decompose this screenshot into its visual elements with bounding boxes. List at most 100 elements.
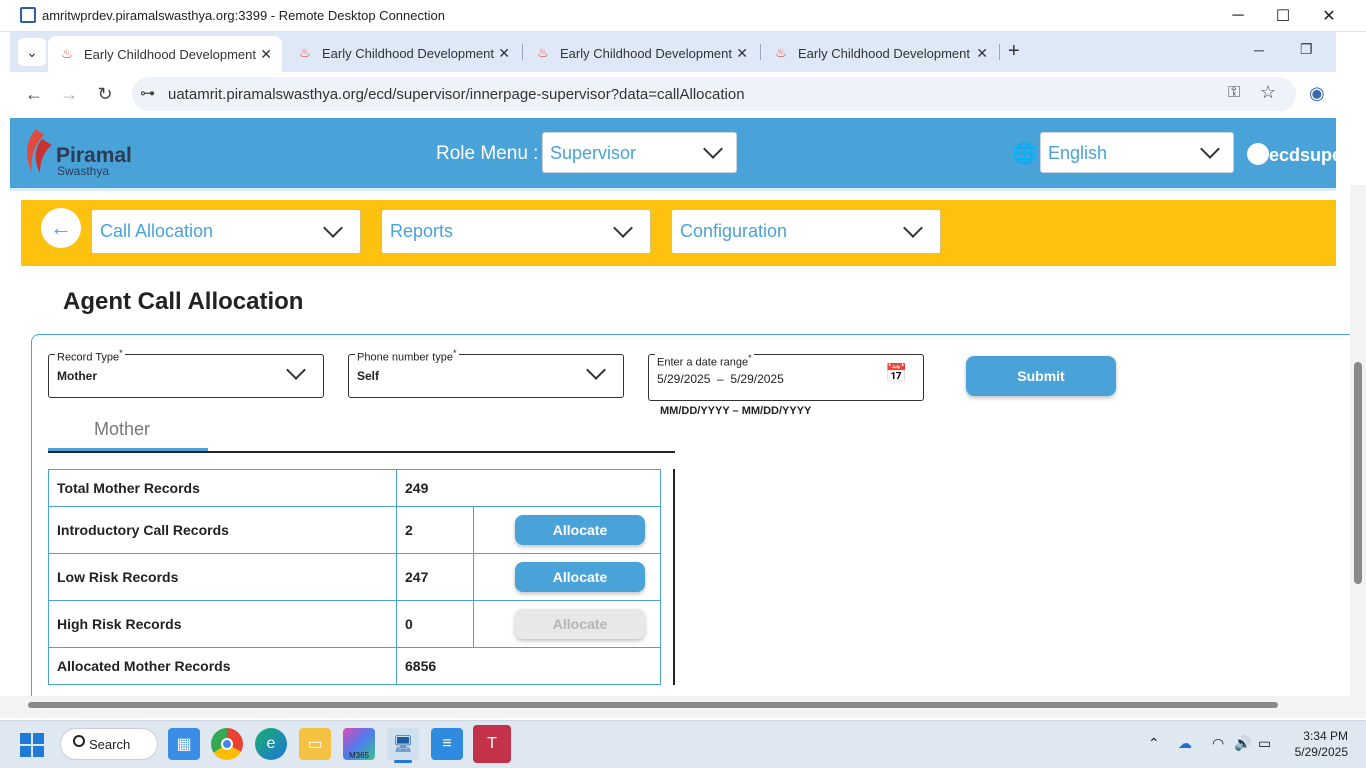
page-title: Agent Call Allocation xyxy=(63,288,304,315)
tab-separator xyxy=(522,44,523,60)
globe-icon: 🌐 xyxy=(1012,143,1037,165)
vertical-scroll-thumb[interactable] xyxy=(1354,362,1362,584)
clock-time[interactable]: 3:34 PM xyxy=(1300,729,1348,743)
records-table: Total Mother Records 249 Introductory Ca… xyxy=(48,469,661,685)
call-allocation-menu[interactable]: Call Allocation xyxy=(91,209,361,254)
language-select[interactable]: English xyxy=(1040,132,1234,173)
volume-icon[interactable]: 🔊 xyxy=(1234,735,1251,752)
table-row: Introductory Call Records 2 Allocate xyxy=(48,506,661,554)
date-format-hint: MM/DD/YYYY – MM/DD/YYYY xyxy=(660,405,812,417)
table-row: High Risk Records 0 Allocate xyxy=(48,600,661,648)
record-type-label: Record Type* xyxy=(55,348,125,364)
tab-close-icon[interactable]: ✕ xyxy=(498,45,510,62)
tab-baseline xyxy=(48,451,675,453)
chevron-down-icon xyxy=(703,139,723,159)
remote-desktop-app-icon[interactable]: 🖥 xyxy=(387,728,419,760)
allocate-high-risk-button[interactable]: Allocate xyxy=(515,609,645,639)
browser-tab-4[interactable]: ♨ Early Childhood Development ✕ xyxy=(762,38,998,68)
browser-tab-2[interactable]: ♨ Early Childhood Development ✕ xyxy=(286,38,520,68)
profile-icon[interactable]: ◉ xyxy=(1309,83,1325,104)
battery-icon[interactable]: ▭ xyxy=(1258,735,1271,752)
teams-app-icon[interactable]: T xyxy=(473,725,511,763)
role-select-value: Supervisor xyxy=(550,143,637,163)
store-app-icon[interactable]: ▦ xyxy=(168,728,200,760)
date-range-value: 5/29/2025 – 5/29/2025 xyxy=(657,372,784,386)
chevron-down-icon xyxy=(286,360,306,380)
language-select-value: English xyxy=(1048,143,1108,163)
password-key-icon[interactable]: ⚿ xyxy=(1228,84,1240,102)
browser-tab-1[interactable]: ♨ Early Childhood Development ✕ xyxy=(48,36,282,72)
row-value: 2 xyxy=(396,506,474,554)
menu-label: Configuration xyxy=(680,221,788,241)
allocate-low-risk-button[interactable]: Allocate xyxy=(515,562,645,592)
rdp-maximize-button[interactable]: ☐ xyxy=(1260,0,1306,32)
tab-separator xyxy=(999,44,1000,60)
row-value: 0 xyxy=(396,600,474,648)
tab-title: Early Childhood Development xyxy=(798,45,970,61)
tab-search-button[interactable]: ⌄ xyxy=(18,38,46,66)
file-explorer-icon[interactable]: ▭ xyxy=(299,728,331,760)
windows-start-icon[interactable] xyxy=(20,733,44,757)
back-arrow-icon[interactable]: ← xyxy=(20,80,48,108)
edge-app-icon[interactable]: e xyxy=(255,728,287,760)
horizontal-scroll-thumb[interactable] xyxy=(28,702,1278,708)
site-info-icon[interactable]: ⊶ xyxy=(140,84,155,102)
table-row: Total Mother Records 249 xyxy=(48,469,661,507)
header-divider xyxy=(10,188,1336,191)
chevron-down-icon xyxy=(323,218,343,238)
row-action-cell: Allocate xyxy=(473,600,661,648)
configuration-menu[interactable]: Configuration xyxy=(671,209,941,254)
row-action-cell: Allocate xyxy=(473,506,661,554)
table-row: Allocated Mother Records 6856 xyxy=(48,647,661,685)
allocate-introductory-button[interactable]: Allocate xyxy=(515,515,645,545)
row-label: High Risk Records xyxy=(48,600,397,648)
clock-date[interactable]: 5/29/2025 xyxy=(1288,745,1348,759)
calendar-icon[interactable]: 📅 xyxy=(885,363,907,384)
browser-tab-3[interactable]: ♨ Early Childhood Development ✕ xyxy=(524,38,758,68)
search-label: Search xyxy=(89,736,131,752)
piramal-favicon-icon: ♨ xyxy=(537,45,549,60)
date-range-label: Enter a date range* xyxy=(655,353,754,369)
notepad-app-icon[interactable]: ≡ xyxy=(431,728,463,760)
m365-app-icon[interactable]: M365 xyxy=(343,728,375,760)
reload-icon[interactable]: ↻ xyxy=(91,80,119,108)
row-action-cell: Allocate xyxy=(473,553,661,601)
tab-close-icon[interactable]: ✕ xyxy=(976,45,988,62)
chevron-down-icon xyxy=(613,218,633,238)
tab-close-icon[interactable]: ✕ xyxy=(736,45,748,62)
new-tab-button[interactable]: + xyxy=(1008,40,1020,63)
rdp-close-button[interactable]: ✕ xyxy=(1306,0,1352,32)
browser-minimize-button[interactable]: ─ xyxy=(1254,42,1264,58)
record-type-value: Mother xyxy=(57,369,97,383)
rdp-app-icon xyxy=(20,7,36,23)
onedrive-cloud-icon[interactable]: ☁ xyxy=(1178,735,1192,752)
row-label: Total Mother Records xyxy=(48,469,397,507)
rdp-window-title: amritwprdev.piramalswasthya.org:3399 - R… xyxy=(42,8,445,23)
back-button[interactable]: ← xyxy=(41,208,81,248)
chrome-app-icon[interactable] xyxy=(211,728,243,760)
row-value: 249 xyxy=(396,469,661,507)
forward-arrow-icon[interactable]: → xyxy=(55,80,83,108)
active-app-indicator xyxy=(394,760,412,763)
windows-taskbar xyxy=(0,720,1366,768)
rdp-minimize-button[interactable]: ─ xyxy=(1215,0,1261,32)
bookmark-star-icon[interactable]: ☆ xyxy=(1260,82,1276,103)
browser-restore-button[interactable]: ❐ xyxy=(1300,41,1313,58)
piramal-logo-icon xyxy=(27,129,52,173)
tab-close-icon[interactable]: ✕ xyxy=(260,46,272,63)
role-select[interactable]: Supervisor xyxy=(542,132,737,173)
row-value: 6856 xyxy=(396,647,661,685)
show-hidden-icons[interactable]: ⌃ xyxy=(1148,735,1160,752)
wifi-icon[interactable]: ◠ xyxy=(1212,735,1224,752)
username-label[interactable]: ecdsupe xyxy=(1269,145,1342,166)
chevron-down-icon xyxy=(903,218,923,238)
tab-title: Early Childhood Development xyxy=(84,46,256,62)
menu-label: Reports xyxy=(390,221,454,241)
tab-title: Early Childhood Development xyxy=(560,45,732,61)
url-text[interactable]: uatamrit.piramalswasthya.org/ecd/supervi… xyxy=(168,86,745,103)
taskbar-search[interactable]: Search xyxy=(60,728,158,760)
submit-button[interactable]: Submit xyxy=(966,356,1116,396)
reports-menu[interactable]: Reports xyxy=(381,209,651,254)
tab-mother[interactable]: Mother xyxy=(94,419,150,440)
user-avatar-icon[interactable] xyxy=(1247,143,1269,165)
